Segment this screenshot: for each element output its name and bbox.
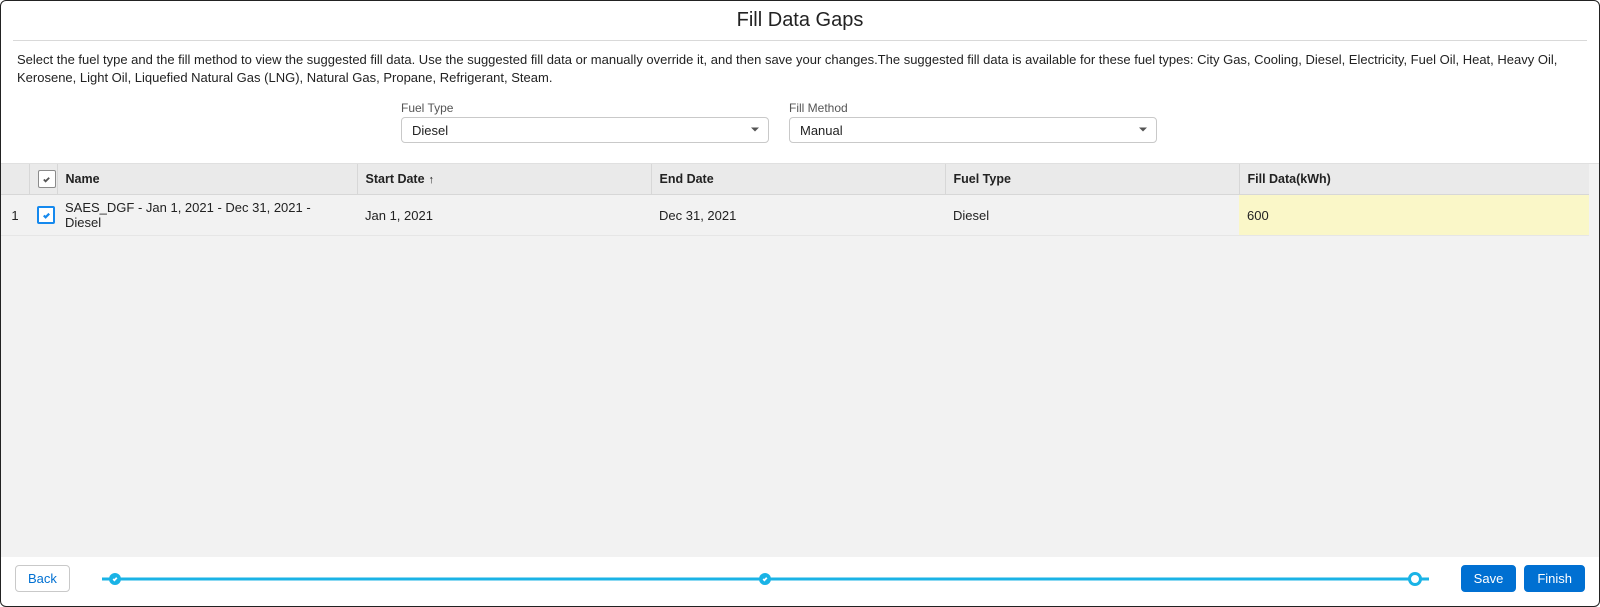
back-button[interactable]: Back — [15, 565, 70, 592]
progress-step-2[interactable] — [759, 573, 771, 585]
fuel-type-select[interactable]: Diesel — [401, 117, 769, 143]
fuel-type-column-header[interactable]: Fuel Type — [945, 164, 1239, 195]
data-table-area: Name Start Date ↑ End Date Fuel Type Fill… — [1, 163, 1599, 557]
modal-title: Fill Data Gaps — [1, 1, 1599, 36]
footer-actions: Save Finish — [1461, 565, 1585, 592]
fill-method-label: Fill Method — [789, 101, 1157, 115]
row-start-date: Jan 1, 2021 — [357, 195, 651, 236]
finish-button[interactable]: Finish — [1524, 565, 1585, 592]
start-date-column-header[interactable]: Start Date ↑ — [357, 164, 651, 195]
fill-method-value: Manual — [800, 123, 843, 138]
sort-asc-icon: ↑ — [429, 174, 435, 186]
end-date-column-header[interactable]: End Date — [651, 164, 945, 195]
select-all-header[interactable] — [29, 164, 57, 195]
row-checkbox[interactable] — [37, 206, 55, 224]
fuel-type-label: Fuel Type — [401, 101, 769, 115]
fill-data-column-header[interactable]: Fill Data(kWh) — [1239, 164, 1589, 195]
table-header-row: Name Start Date ↑ End Date Fuel Type Fill… — [1, 164, 1589, 195]
caret-down-icon — [1138, 123, 1148, 138]
filter-row: Fuel Type Diesel Fill Method Manual — [1, 101, 1599, 163]
table-row[interactable]: 1 SAES_DGF - Jan 1, 2021 - Dec 31, 2021 … — [1, 195, 1589, 236]
row-number-header — [1, 164, 29, 195]
row-checkbox-cell[interactable] — [29, 195, 57, 236]
description-text: Select the fuel type and the fill method… — [1, 41, 1599, 101]
fuel-type-field: Fuel Type Diesel — [401, 101, 769, 143]
start-date-label: Start Date — [366, 172, 425, 186]
name-column-header[interactable]: Name — [57, 164, 357, 195]
row-end-date: Dec 31, 2021 — [651, 195, 945, 236]
modal-footer: Back Save Finish — [1, 557, 1599, 606]
row-number: 1 — [1, 195, 29, 236]
fuel-type-value: Diesel — [412, 123, 448, 138]
row-name: SAES_DGF - Jan 1, 2021 - Dec 31, 2021 - … — [57, 195, 357, 236]
data-gap-table: Name Start Date ↑ End Date Fuel Type Fill… — [1, 164, 1589, 236]
progress-indicator — [102, 571, 1429, 587]
fill-data-gaps-modal: Fill Data Gaps Select the fuel type and … — [0, 0, 1600, 607]
row-fuel-type: Diesel — [945, 195, 1239, 236]
fill-method-select[interactable]: Manual — [789, 117, 1157, 143]
row-fill-data[interactable]: 600 — [1239, 195, 1589, 236]
save-button[interactable]: Save — [1461, 565, 1517, 592]
progress-step-3-current[interactable] — [1408, 572, 1422, 586]
vertical-scrollbar[interactable] — [1589, 164, 1599, 557]
select-all-checkbox[interactable] — [38, 170, 56, 188]
progress-step-1[interactable] — [109, 573, 121, 585]
fill-method-field: Fill Method Manual — [789, 101, 1157, 143]
caret-down-icon — [750, 123, 760, 138]
